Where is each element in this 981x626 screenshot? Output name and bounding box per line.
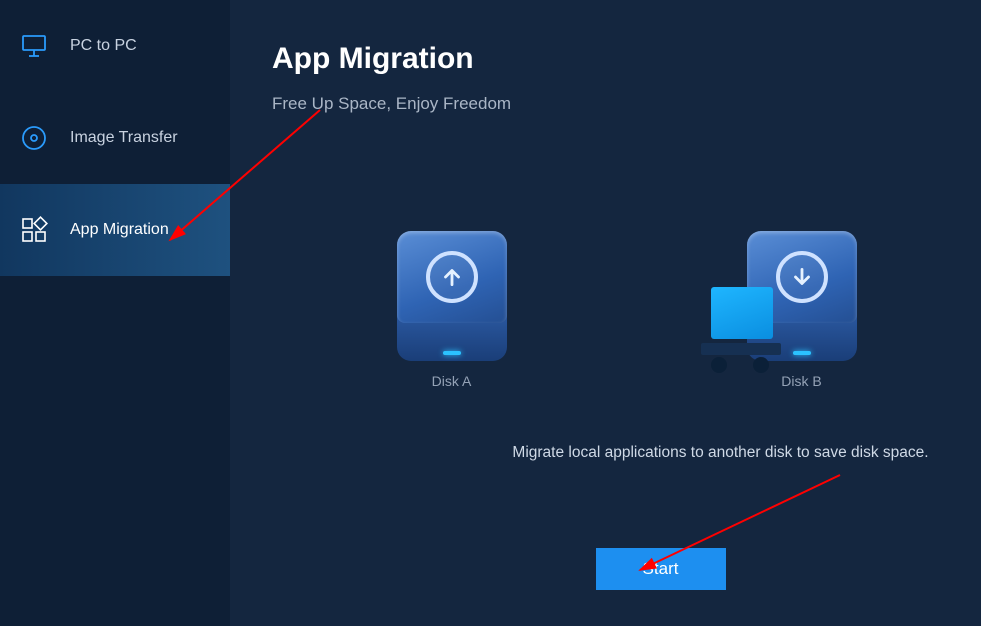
disk-a-icon [397,231,507,361]
disk-b-icon [747,231,857,361]
sidebar: PC to PC Image Transfer App Migration [0,0,230,626]
waveform-decoration [272,286,981,322]
sidebar-item-pc-to-pc[interactable]: PC to PC [0,0,230,92]
disk-a-block: Disk A [392,231,512,389]
start-button[interactable]: Start [596,548,726,590]
arrow-up-icon [426,251,478,303]
disk-visual: Disk A Disk B [272,230,981,390]
start-button-label: Start [643,559,679,579]
arrow-down-icon [776,251,828,303]
sidebar-item-label: Image Transfer [70,129,178,147]
page-subtitle: Free Up Space, Enjoy Freedom [272,94,981,114]
disk-a-label: Disk A [432,373,472,389]
disk-b-label: Disk B [781,373,821,389]
sidebar-item-image-transfer[interactable]: Image Transfer [0,92,230,184]
main-panel: App Migration Free Up Space, Enjoy Freed… [230,0,981,626]
page-title: App Migration [272,42,981,76]
cart-icon [701,287,781,373]
description-text: Migrate local applications to another di… [460,444,981,462]
disk-b-block: Disk B [742,231,862,389]
monitor-icon [20,32,48,60]
grid-icon [20,216,48,244]
disc-icon [20,124,48,152]
sidebar-item-app-migration[interactable]: App Migration [0,184,230,276]
sidebar-item-label: PC to PC [70,37,137,55]
sidebar-item-label: App Migration [70,221,169,239]
